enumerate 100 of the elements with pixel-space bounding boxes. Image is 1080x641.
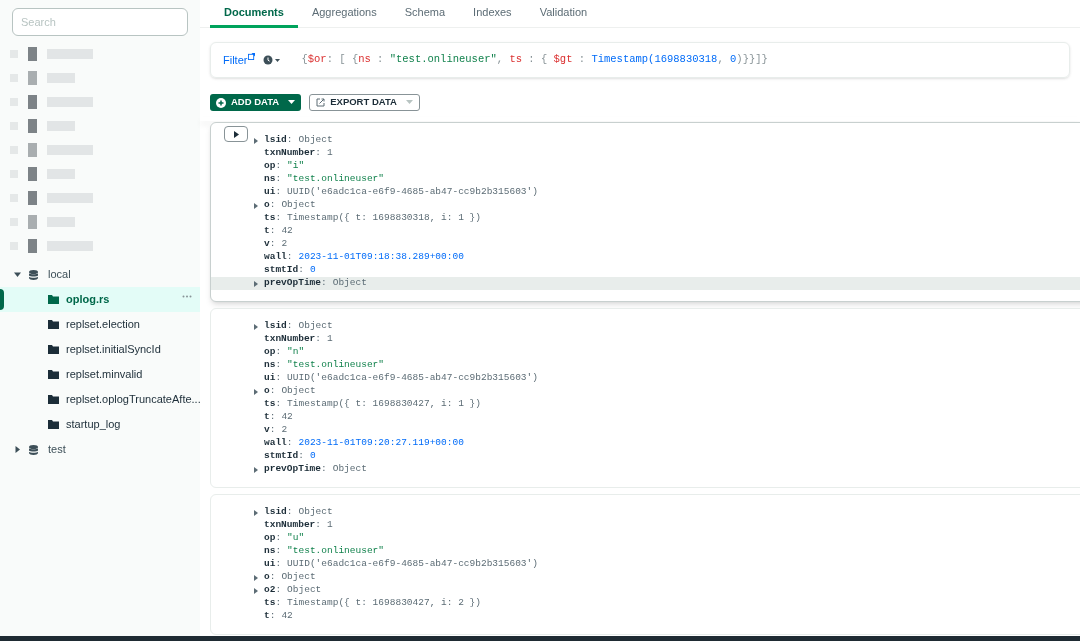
field-value: Timestamp({ t: 1698830318, i: 1 }): [287, 211, 481, 226]
redacted-item: [10, 70, 75, 86]
collection-name: replset.oplogTruncateAfte...: [66, 392, 201, 408]
field-key: o:: [264, 384, 276, 399]
field-value: 1: [327, 518, 333, 533]
field-row[interactable]: v: 2: [211, 238, 1080, 251]
collection-item[interactable]: replset.oplogTruncateAfte...: [0, 387, 200, 412]
field-row[interactable]: lsid: Object: [211, 506, 1080, 519]
field-value: Object: [298, 319, 333, 334]
field-key: wall:: [264, 250, 293, 265]
field-row[interactable]: t: 42: [211, 225, 1080, 238]
field-row[interactable]: t: 42: [211, 411, 1080, 424]
field-row[interactable]: ui: UUID('e6adc1ca-e6f9-4685-ab47-cc9b2b315603'): [211, 558, 1080, 571]
database-name: test: [48, 442, 66, 458]
filter-bar[interactable]: Filter {$or: [ {ns : "test.onlineuser", ts : { $gt : Timestamp(1698830318, 0)}}]}: [210, 42, 1070, 78]
redacted-item: [10, 214, 75, 230]
field-row[interactable]: o: Object: [211, 385, 1080, 398]
field-row[interactable]: prevOpTime: Object: [211, 463, 1080, 476]
field-key: op:: [264, 531, 282, 546]
field-row[interactable]: lsid: Object: [211, 134, 1080, 147]
field-key: ts:: [264, 211, 282, 226]
field-row[interactable]: wall: 2023-11-01T09:20:27.119+00:00: [211, 437, 1080, 450]
database-item[interactable]: local: [0, 262, 200, 287]
field-row[interactable]: o: Object: [211, 199, 1080, 212]
field-value: Object: [298, 505, 333, 520]
field-key: t:: [264, 410, 276, 425]
database-icon: [29, 444, 38, 455]
export-data-button[interactable]: EXPORT DATA: [309, 94, 420, 111]
caret-icon: [14, 271, 21, 278]
more-icon[interactable]: [182, 295, 192, 298]
search-field[interactable]: Search: [12, 8, 188, 36]
tab[interactable]: Indexes: [459, 0, 526, 28]
database-name: local: [48, 267, 71, 283]
field-value: Object: [287, 583, 322, 598]
field-row[interactable]: lsid: Object: [211, 320, 1080, 333]
field-key: txnNumber:: [264, 332, 321, 347]
field-row[interactable]: o: Object: [211, 571, 1080, 584]
database-icon: [29, 269, 38, 280]
field-row[interactable]: ui: UUID('e6adc1ca-e6f9-4685-ab47-cc9b2b315603'): [211, 372, 1080, 385]
field-row[interactable]: wall: 2023-11-01T09:18:38.289+00:00: [211, 251, 1080, 264]
field-key: ui:: [264, 371, 282, 386]
query-field[interactable]: {$or: [ {ns : "test.onlineuser", ts : { $gt : Timestamp(1698830318, 0)}}]}: [301, 52, 768, 68]
collection-item[interactable]: replset.minvalid: [0, 362, 200, 387]
field-key: ns:: [264, 544, 282, 559]
tab[interactable]: Documents: [210, 0, 298, 28]
field-key: ts:: [264, 596, 282, 611]
field-key: v:: [264, 423, 276, 438]
filter-link[interactable]: Filter: [223, 51, 248, 69]
field-row[interactable]: ts: Timestamp({ t: 1698830318, i: 1 }): [211, 212, 1080, 225]
collection-item[interactable]: replset.initialSyncId: [0, 337, 200, 362]
collection-item[interactable]: startup_log: [0, 412, 200, 437]
field-value: "test.onlineuser": [287, 544, 385, 559]
field-key: ts:: [264, 397, 282, 412]
add-data-button[interactable]: ADD DATA: [210, 94, 302, 111]
field-row[interactable]: txnNumber: 1: [211, 519, 1080, 532]
collection-item[interactable]: oplog.rs: [0, 287, 200, 312]
field-row[interactable]: ns: "test.onlineuser": [211, 545, 1080, 558]
external-link-icon: [248, 52, 256, 60]
field-value: "n": [287, 345, 305, 360]
field-row[interactable]: ts: Timestamp({ t: 1698830427, i: 2 }): [211, 597, 1080, 610]
database-item[interactable]: test: [0, 437, 200, 462]
field-row[interactable]: stmtId: 0: [211, 264, 1080, 277]
tab[interactable]: Schema: [390, 0, 460, 28]
tab[interactable]: Validation: [525, 0, 602, 28]
field-key: op:: [264, 345, 282, 360]
plus-circle-icon: [216, 97, 226, 108]
caret-icon: [14, 446, 21, 453]
field-key: o2:: [264, 583, 282, 598]
caret-icon: [405, 100, 413, 105]
field-row[interactable]: t: 42: [211, 610, 1080, 623]
field-value: 42: [281, 224, 293, 239]
field-key: o:: [264, 570, 276, 585]
field-row[interactable]: txnNumber: 1: [211, 333, 1080, 346]
field-value: UUID('e6adc1ca-e6f9-4685-ab47-cc9b2b315603'): [287, 371, 538, 386]
field-key: ui:: [264, 185, 282, 200]
field-row[interactable]: op: "i": [211, 160, 1080, 173]
field-value: Timestamp({ t: 1698830427, i: 2 }): [287, 596, 481, 611]
field-key: ns:: [264, 358, 282, 373]
field-value: 0: [309, 263, 316, 278]
field-value: "u": [287, 531, 305, 546]
field-key: lsid:: [264, 133, 293, 148]
tab[interactable]: Aggregations: [297, 0, 391, 28]
field-row[interactable]: ui: UUID('e6adc1ca-e6f9-4685-ab47-cc9b2b315603'): [211, 186, 1080, 199]
field-key: prevOpTime:: [264, 462, 327, 477]
field-row[interactable]: o2: Object: [211, 584, 1080, 597]
field-key: lsid:: [264, 505, 293, 520]
field-row[interactable]: op: "n": [211, 346, 1080, 359]
field-row[interactable]: prevOpTime: Object: [211, 277, 1080, 290]
history-icon[interactable]: [263, 55, 282, 65]
field-row[interactable]: txnNumber: 1: [211, 147, 1080, 160]
collection-item[interactable]: replset.election: [0, 312, 200, 337]
field-row[interactable]: ns: "test.onlineuser": [211, 173, 1080, 186]
field-row[interactable]: stmtId: 0: [211, 450, 1080, 463]
field-key: stmtId:: [264, 263, 304, 278]
field-row[interactable]: v: 2: [211, 424, 1080, 437]
field-row[interactable]: ts: Timestamp({ t: 1698830427, i: 1 }): [211, 398, 1080, 411]
field-value: UUID('e6adc1ca-e6f9-4685-ab47-cc9b2b315603'): [287, 557, 538, 572]
expand-button[interactable]: [224, 126, 248, 142]
field-row[interactable]: ns: "test.onlineuser": [211, 359, 1080, 372]
field-row[interactable]: op: "u": [211, 532, 1080, 545]
